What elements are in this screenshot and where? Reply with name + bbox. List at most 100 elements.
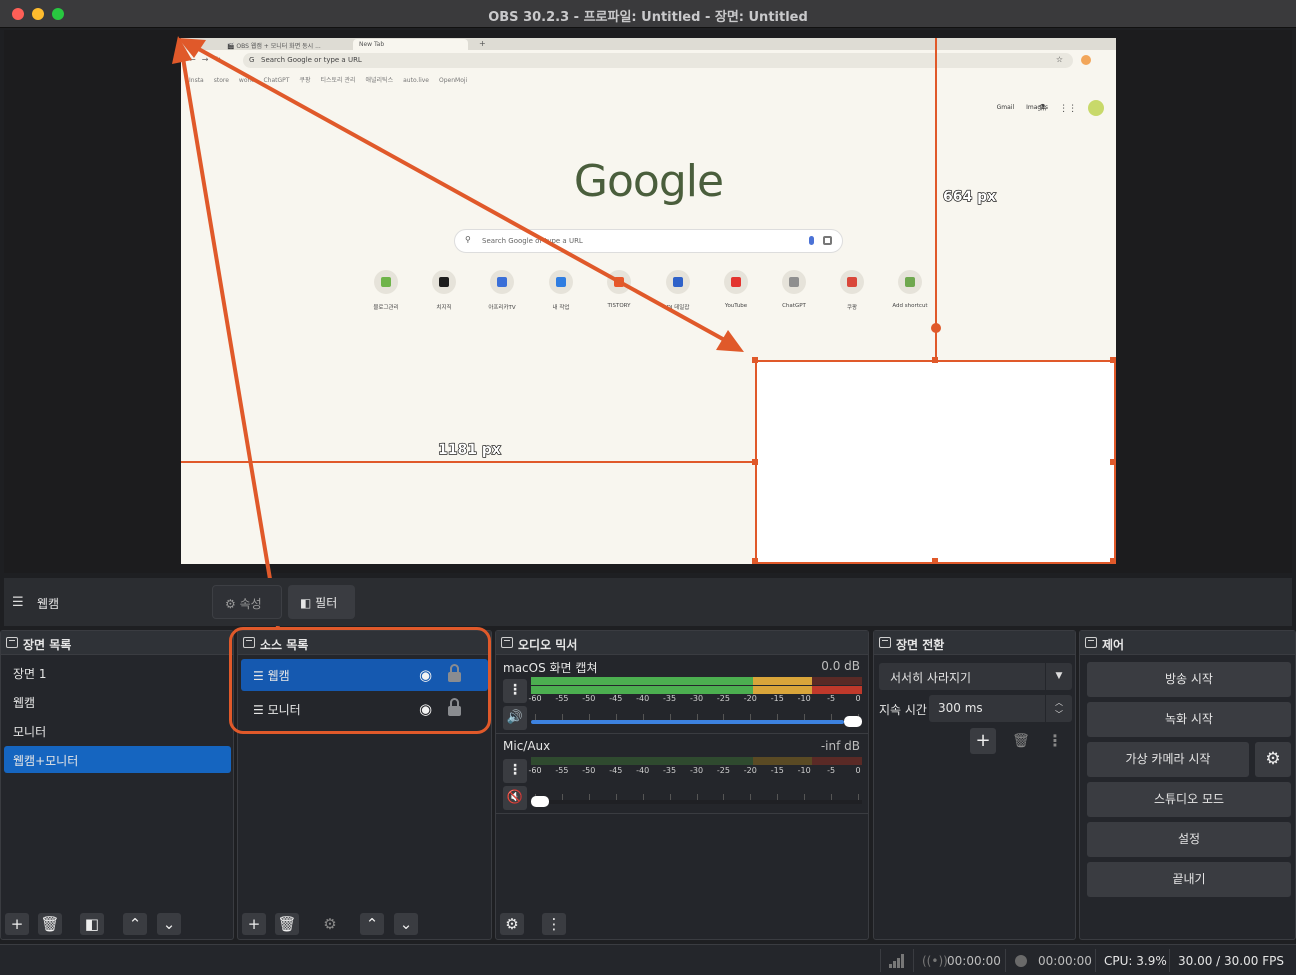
browser-tab: 🎬 OBS 웹캠 + 모니터 화면 동시 ...: [227, 43, 321, 50]
remove-source-button[interactable]: 🗑: [275, 913, 299, 935]
shortcut-label: 아프리카TV: [488, 305, 516, 311]
move-source-up-button[interactable]: ⌃: [360, 913, 384, 935]
network-signal-icon: [889, 954, 905, 968]
shortcut-tile: YouTube: [706, 270, 766, 309]
resize-handle[interactable]: [1110, 558, 1116, 564]
start-virtual-camera-button[interactable]: 가상 카메라 시작: [1087, 742, 1249, 777]
scene-item[interactable]: 웹캠: [4, 688, 231, 715]
mixer-menu-button[interactable]: ⋮: [542, 913, 566, 935]
selected-source-bounding-box[interactable]: [755, 360, 1116, 564]
audio-mixer-header[interactable]: 오디오 믹서: [496, 631, 868, 655]
add-scene-button[interactable]: +: [5, 913, 29, 935]
start-recording-button[interactable]: 녹화 시작: [1087, 702, 1291, 737]
move-scene-up-button[interactable]: ⌃: [123, 913, 147, 935]
resize-handle[interactable]: [932, 357, 938, 363]
transitions-header[interactable]: 장면 전환: [874, 631, 1075, 655]
meter-scale-tick: 0: [855, 766, 861, 775]
shortcut-tile: 아프리카TV: [472, 270, 532, 311]
channel-menu-button[interactable]: ⋮: [503, 759, 527, 783]
audio-mixer-dock: 오디오 믹서 macOS 화면 캡쳐 0.0 dB ⋮ -60 -55 -50 -45…: [495, 630, 869, 940]
shortcut-label: DI 데일잡: [666, 305, 690, 311]
chevron-down-icon[interactable]: ▼: [1045, 663, 1072, 690]
transition-menu-button[interactable]: ⋮: [1042, 728, 1068, 754]
shortcut-label: YouTube: [724, 303, 748, 309]
exit-button[interactable]: 끝내기: [1087, 862, 1291, 897]
resize-handle[interactable]: [1110, 357, 1116, 363]
resize-handle[interactable]: [932, 558, 938, 564]
mixer-footer: ⚙ ⋮: [496, 909, 868, 939]
preview-canvas[interactable]: 🎬 OBS 웹캠 + 모니터 화면 동시 ... New Tab + ←→↻ G…: [181, 38, 1116, 564]
scene-item[interactable]: 모니터: [4, 717, 231, 744]
volume-slider[interactable]: [531, 716, 862, 727]
add-transition-button[interactable]: +: [970, 728, 996, 754]
window-title: OBS 30.2.3 - 프로파일: Untitled - 장면: Untitl…: [488, 10, 808, 25]
resize-handle[interactable]: [752, 558, 758, 564]
bookmark-item: 티스토리 관리: [320, 77, 356, 84]
labs-icon: ⚗: [1038, 103, 1047, 114]
cpu-usage: CPU: 3.9%: [1104, 954, 1167, 968]
bookmark-item: ChatGPT: [263, 77, 290, 84]
scenes-title: 장면 목록: [23, 638, 72, 652]
scene-item[interactable]: 웹캠+모니터: [4, 746, 231, 773]
resize-handle[interactable]: [752, 357, 758, 363]
shortcut-icon: [782, 270, 806, 294]
studio-mode-button[interactable]: 스튜디오 모드: [1087, 782, 1291, 817]
bookmark-item: auto.live: [403, 77, 429, 84]
meter-scale-tick: -50: [582, 766, 596, 775]
virtual-camera-settings-gear-icon[interactable]: ⚙: [1255, 742, 1291, 777]
move-source-down-button[interactable]: ⌄: [394, 913, 418, 935]
transition-select[interactable]: 서서히 사라지기 ▼: [879, 663, 1072, 690]
bookmark-item: 쿠팡: [299, 77, 311, 84]
shortcut-icon: [666, 270, 690, 294]
remove-transition-button[interactable]: 🗑: [1008, 728, 1034, 754]
record-status-icon: [1015, 955, 1027, 967]
speaker-icon[interactable]: 🔊: [503, 706, 527, 730]
meter-scale-tick: -30: [689, 694, 704, 703]
scenes-dock: 장면 목록 장면 1 웹캠 모니터 웹캠+모니터 + 🗑 ◧ ⌃ ⌄: [0, 630, 234, 940]
shortcut-tile: 블로그관리: [356, 270, 416, 311]
gear-icon: ⚙: [225, 597, 240, 611]
channel-menu-button[interactable]: ⋮: [503, 679, 527, 703]
dock-float-icon[interactable]: [1085, 637, 1097, 648]
filters-button[interactable]: ◧ 필터: [288, 585, 355, 619]
shortcut-label: 블로그관리: [373, 305, 399, 311]
duration-spinbox[interactable]: 300 ms ︿ ﹀: [929, 695, 1072, 722]
shortcut-icon: [432, 270, 456, 294]
browser-profile-icon: [1081, 55, 1091, 65]
dock-float-icon[interactable]: [879, 637, 891, 648]
add-source-button[interactable]: +: [242, 913, 266, 935]
meter-scale-tick: -20: [743, 766, 757, 775]
source-properties-gear-icon[interactable]: ⚙: [318, 913, 342, 935]
volume-meter: [531, 757, 862, 765]
remove-scene-button[interactable]: 🗑: [38, 913, 62, 935]
advanced-audio-settings-gear-icon[interactable]: ⚙: [500, 913, 524, 935]
meter-scale-tick: -45: [609, 694, 623, 703]
controls-header[interactable]: 제어: [1080, 631, 1295, 655]
muted-speaker-icon[interactable]: 🔇: [503, 786, 527, 810]
duration-value: 300 ms: [938, 701, 983, 715]
settings-button[interactable]: 설정: [1087, 822, 1291, 857]
dock-float-icon[interactable]: [6, 637, 18, 648]
list-icon: ☰: [12, 595, 24, 610]
shortcut-icon: [724, 270, 748, 294]
resize-handle[interactable]: [1110, 459, 1116, 465]
start-streaming-button[interactable]: 방송 시작: [1087, 662, 1291, 697]
bookmark-item: store: [213, 77, 229, 84]
status-bar: ((•)) 00:00:00 00:00:00 CPU: 3.9% 30.00 …: [0, 944, 1296, 975]
meter-scale-tick: -55: [555, 766, 569, 775]
shortcut-icon: [898, 270, 922, 294]
dock-float-icon[interactable]: [501, 637, 513, 648]
spinner-arrows-icon[interactable]: ︿ ﹀: [1045, 695, 1072, 722]
properties-button[interactable]: ⚙ 속성: [212, 585, 282, 619]
shortcut-icon: [840, 270, 864, 294]
move-scene-down-button[interactable]: ⌄: [157, 913, 181, 935]
audio-mixer-title: 오디오 믹서: [518, 638, 578, 652]
scene-filters-button[interactable]: ◧: [80, 913, 104, 935]
meter-scale-tick: -15: [770, 694, 784, 703]
volume-slider-knob[interactable]: [531, 796, 549, 807]
volume-slider-knob[interactable]: [844, 716, 862, 727]
scenes-dock-header[interactable]: 장면 목록: [1, 631, 233, 655]
resize-handle[interactable]: [752, 459, 758, 465]
scene-item[interactable]: 장면 1: [4, 659, 231, 686]
volume-slider[interactable]: [531, 796, 862, 807]
